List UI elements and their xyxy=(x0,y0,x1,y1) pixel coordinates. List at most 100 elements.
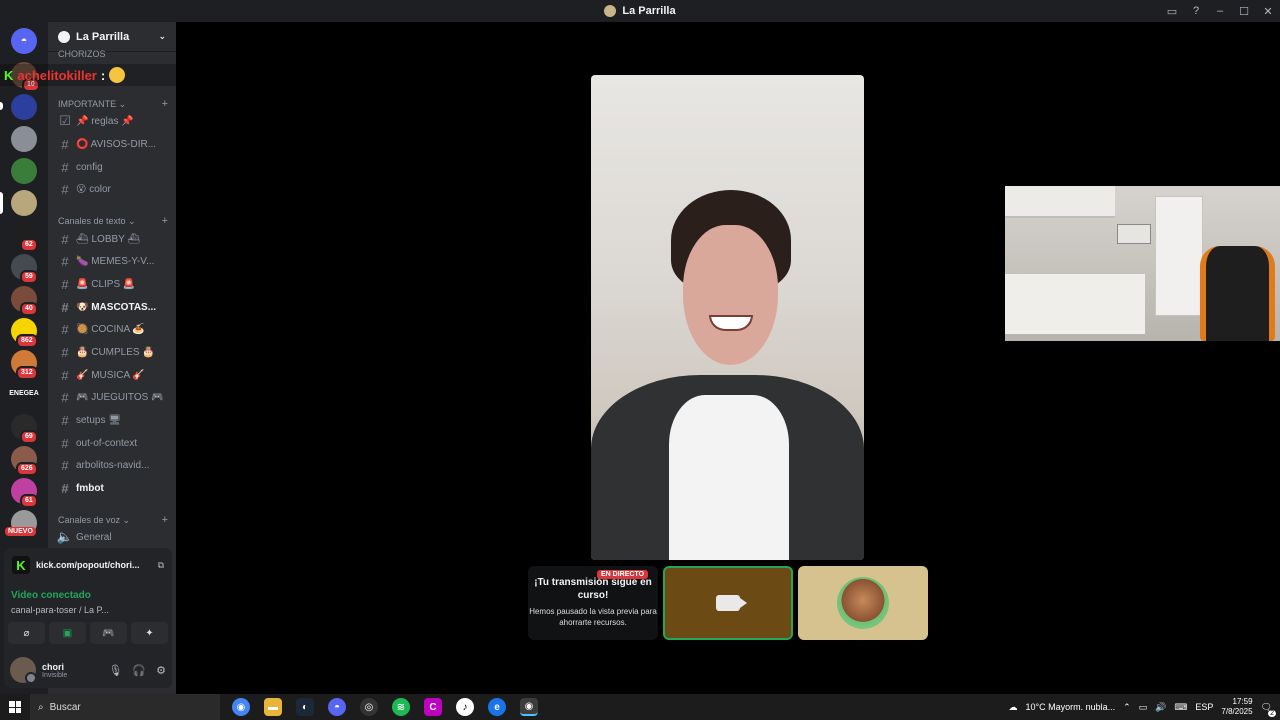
new-badge: NUEVO xyxy=(5,527,36,536)
category-voice[interactable]: Canales de voz ⌄ + xyxy=(58,514,168,526)
voice-status-subtitle[interactable]: canal-para-toser / La P... xyxy=(11,605,109,615)
channel-label: out-of-context xyxy=(76,437,138,449)
microphone-icon[interactable]: 🎙 xyxy=(108,664,122,677)
weather-text[interactable]: 10°C Mayorm. nubla... xyxy=(1025,702,1115,712)
canva-icon[interactable]: C xyxy=(424,698,442,716)
channel-label: 📌 reglas 📌 xyxy=(76,115,134,127)
voice-status-title[interactable]: Video conectado xyxy=(11,590,91,601)
channel-label: config xyxy=(76,161,103,173)
channel-lobby[interactable]: # ⛴ LOBBY ⛴ xyxy=(56,229,170,249)
add-channel-icon[interactable]: + xyxy=(162,514,168,526)
channel-cocina[interactable]: # 🥘 COCINA 🍝 xyxy=(56,319,170,339)
channel-musica[interactable]: # 🎸 MUSICA 🎸 xyxy=(56,365,170,385)
voice-channel-general[interactable]: 🔈 General xyxy=(56,527,170,547)
server-icon[interactable] xyxy=(11,94,37,120)
channel-jueguitos[interactable]: # 🎮 JUEGUITOS 🎮 xyxy=(56,387,170,407)
activity-url: kick.com/popout/chori... xyxy=(36,560,140,570)
server-icon[interactable] xyxy=(11,190,37,216)
mention-badge: 312 xyxy=(16,366,38,380)
help-icon[interactable]: ? xyxy=(1184,0,1208,22)
channel-label: 🎂 CUMPLES 🎂 xyxy=(76,346,155,358)
channel-arbolitos[interactable]: # arbolitos-navid... xyxy=(56,455,170,475)
maximize-button[interactable]: ☐ xyxy=(1232,0,1256,22)
speaker-icon: 🔈 xyxy=(56,529,74,544)
category-hidden[interactable]: CHORIZOS xyxy=(58,49,168,59)
channel-fmbot[interactable]: # fmbot xyxy=(56,478,170,498)
user-banner: K achelitokiller : xyxy=(0,64,176,86)
secondary-video-feed[interactable] xyxy=(1005,186,1280,341)
headphones-icon[interactable]: 🎧 xyxy=(132,664,146,677)
notification-icon[interactable]: 🗨 2 xyxy=(1261,702,1276,717)
activity-row[interactable]: K kick.com/popout/chori... ⧉ xyxy=(4,548,172,582)
obs-icon[interactable]: ◎ xyxy=(360,698,378,716)
server-label[interactable]: ENEGEA xyxy=(6,390,42,397)
channel-out-of-context[interactable]: # out-of-context xyxy=(56,433,170,453)
channel-reglas[interactable]: ☑ 📌 reglas 📌 xyxy=(56,111,170,131)
edge-icon[interactable]: e xyxy=(488,698,506,716)
server-icon[interactable] xyxy=(11,126,37,152)
category-label: IMPORTANTE xyxy=(58,99,117,109)
category-important[interactable]: IMPORTANTE ⌄ + xyxy=(58,98,168,110)
minimize-button[interactable]: – xyxy=(1208,0,1232,22)
camera-off-icon[interactable]: ⌀ xyxy=(8,622,45,644)
clock[interactable]: 17:59 7/8/2025 xyxy=(1221,697,1252,717)
volume-icon[interactable]: 🔊 xyxy=(1155,702,1166,713)
channel-memes[interactable]: # 🍆 MEMES-Y-V... xyxy=(56,251,170,271)
add-channel-icon[interactable]: + xyxy=(162,215,168,227)
participant-tile[interactable] xyxy=(798,566,928,640)
hash-icon: # xyxy=(61,321,69,337)
server-icon[interactable] xyxy=(11,158,37,184)
discord-icon[interactable]: ◓ xyxy=(328,698,346,716)
chevron-up-icon[interactable]: ⌃ xyxy=(1123,702,1131,713)
channel-color[interactable]: # 😮 color xyxy=(56,179,170,199)
channel-label: 🐶 MASCOTAS... xyxy=(76,301,157,313)
keyboard-icon[interactable]: ⌨ xyxy=(1174,702,1187,713)
popout-icon[interactable]: ⧉ xyxy=(158,560,164,571)
gear-icon[interactable]: ⚙ xyxy=(156,664,166,677)
channel-config[interactable]: # config xyxy=(56,157,170,177)
app-icon[interactable]: ♪ xyxy=(456,698,474,716)
server-header[interactable]: La Parrilla ⌄ xyxy=(48,22,176,52)
channel-setups[interactable]: # setups 🖥 xyxy=(56,410,170,430)
hash-icon: # xyxy=(61,412,69,428)
screen-share-icon[interactable]: ▣ xyxy=(49,622,86,644)
channel-avisos[interactable]: # ⭕ AVISOS-DIR... xyxy=(56,134,170,154)
mention-badge: 40 xyxy=(20,302,38,316)
hash-icon: # xyxy=(61,435,69,451)
language-indicator[interactable]: ESP xyxy=(1195,702,1213,712)
window-title: La Parrilla xyxy=(604,5,676,17)
channel-mascotas[interactable]: # 🐶 MASCOTAS... xyxy=(56,297,170,317)
close-button[interactable]: ✕ xyxy=(1256,0,1280,22)
taskbar-apps: ◉ ▬ ◐ ◓ ◎ ≋ C ♪ e ◉ xyxy=(232,698,538,716)
file-explorer-icon[interactable]: ▬ xyxy=(264,698,282,716)
discord-home-icon[interactable]: ◓ xyxy=(11,28,37,54)
taskbar-search[interactable]: ⌕ Buscar xyxy=(30,694,220,720)
selected-pill xyxy=(0,192,3,214)
network-icon[interactable]: ▭ xyxy=(1139,702,1148,713)
chrome-active-icon[interactable]: ◉ xyxy=(520,698,538,716)
avatar[interactable] xyxy=(10,657,37,684)
username: chori xyxy=(42,661,65,672)
live-badge: EN DIRECTO xyxy=(597,570,649,579)
server-icon xyxy=(58,30,70,43)
soundboard-icon[interactable]: ✦ xyxy=(131,622,168,644)
banner-username: achelitokiller xyxy=(17,67,97,83)
user-names[interactable]: chori Invisible xyxy=(42,662,67,679)
activity-icon[interactable]: 🎮 xyxy=(90,622,127,644)
channel-label: ⛴ LOBBY ⛴ xyxy=(76,233,141,245)
camera-tile[interactable] xyxy=(663,566,793,640)
spotify-icon[interactable]: ≋ xyxy=(392,698,410,716)
weather-icon[interactable]: ☁ xyxy=(1008,702,1017,713)
channel-cumples[interactable]: # 🎂 CUMPLES 🎂 xyxy=(56,342,170,362)
chrome-icon[interactable]: ◉ xyxy=(232,698,250,716)
hash-icon: # xyxy=(61,457,69,473)
main-video-feed[interactable] xyxy=(591,75,864,560)
steam-icon[interactable]: ◐ xyxy=(296,698,314,716)
add-channel-icon[interactable]: + xyxy=(162,98,168,110)
video-person-shirt xyxy=(669,395,789,560)
channel-clips[interactable]: # 🚨 CLIPS 🚨 xyxy=(56,274,170,294)
inbox-icon[interactable]: ▭ xyxy=(1160,0,1184,22)
category-text[interactable]: Canales de texto ⌄ + xyxy=(58,215,168,227)
start-button[interactable] xyxy=(0,701,30,713)
kitchen-cabinets xyxy=(1005,186,1115,218)
